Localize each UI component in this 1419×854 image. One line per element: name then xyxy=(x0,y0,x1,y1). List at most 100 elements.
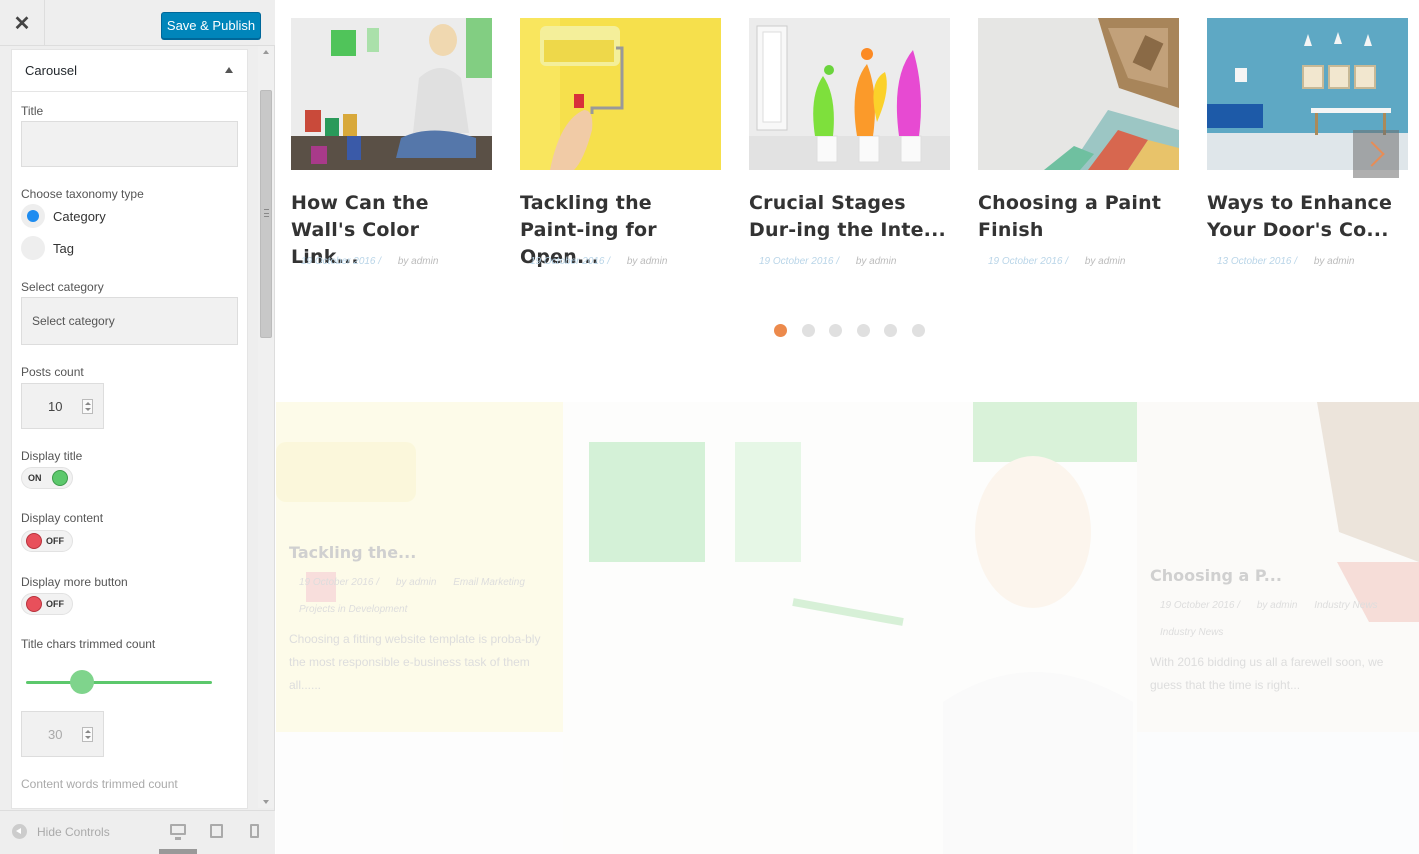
radio-tag-label: Tag xyxy=(53,240,74,256)
hide-controls-button[interactable]: Hide Controls xyxy=(12,824,110,839)
post-date[interactable]: 13 October 2016 / xyxy=(1217,256,1297,267)
post-author[interactable]: by admin xyxy=(627,256,668,267)
pagination-dot[interactable] xyxy=(856,324,870,337)
toggle-knob xyxy=(26,533,42,549)
post-date[interactable]: 19 October 2016 / xyxy=(759,256,839,267)
grid-left-date[interactable]: 19 October 2016 / xyxy=(299,577,379,588)
category-select[interactable]: Select category xyxy=(21,297,238,345)
post-date[interactable]: 19 October 2016 / xyxy=(301,256,381,267)
taxonomy-option-tag[interactable]: Tag xyxy=(21,236,74,260)
scroll-up-icon[interactable] xyxy=(263,50,269,54)
pagination-dot[interactable] xyxy=(801,324,815,337)
scroll-down-icon[interactable] xyxy=(263,800,269,804)
post-author[interactable]: by admin xyxy=(1085,256,1126,267)
faded-post-grid: Tackling the... 19 October 2016 / by adm… xyxy=(276,402,1419,854)
title-chars-value: 30 xyxy=(48,726,63,742)
carousel-card[interactable]: Crucial Stages Dur-ing the Inte... 19 Oc… xyxy=(749,18,950,267)
post-thumbnail[interactable] xyxy=(978,18,1179,170)
tablet-preview-icon[interactable] xyxy=(210,824,223,838)
posts-count-value: 10 xyxy=(48,398,63,414)
radio-tag[interactable] xyxy=(21,236,45,260)
post-thumbnail[interactable] xyxy=(520,18,721,170)
carousel-card[interactable]: Tackling the Paint-ing for Open... 19 Oc… xyxy=(520,18,721,268)
grid-right-tag[interactable]: Industry News xyxy=(1314,600,1377,611)
display-title-label: Display title xyxy=(21,449,83,463)
title-chars-input[interactable]: 30 xyxy=(21,711,104,757)
display-more-state: OFF xyxy=(46,599,64,609)
title-input[interactable] xyxy=(21,121,238,167)
post-meta: 19 October 2016 / by admin xyxy=(530,256,667,267)
grid-right-tag-2[interactable]: Industry News xyxy=(1160,627,1223,638)
mobile-preview-icon[interactable] xyxy=(250,824,259,838)
grid-left-author[interactable]: by admin xyxy=(396,577,437,588)
title-chars-slider-track[interactable] xyxy=(26,681,212,684)
carousel-card[interactable]: Choosing a Paint Finish 19 October 2016 … xyxy=(978,18,1179,267)
posts-count-label: Posts count xyxy=(21,365,84,379)
content-words-label: Content words trimmed count xyxy=(21,777,178,791)
taxonomy-option-category[interactable]: Category xyxy=(21,204,106,228)
post-title[interactable]: Ways to Enhance Your Door's Co... xyxy=(1207,190,1408,244)
customizer-footer: Hide Controls xyxy=(0,810,275,854)
grid-right-excerpt: With 2016 bidding us all a farewell soon… xyxy=(1150,655,1384,692)
chevron-right-icon xyxy=(1359,141,1385,167)
pagination-dot[interactable] xyxy=(774,324,787,337)
display-more-toggle[interactable]: OFF xyxy=(21,593,73,615)
grid-right-author[interactable]: by admin xyxy=(1257,600,1298,611)
post-title[interactable]: Crucial Stages Dur-ing the Inte... xyxy=(749,190,950,244)
post-author[interactable]: by admin xyxy=(398,256,439,267)
scroll-thumb[interactable] xyxy=(260,90,272,338)
grid-tile-left[interactable]: Tackling the... 19 October 2016 / by adm… xyxy=(276,402,563,732)
close-customizer-button[interactable]: ✕ xyxy=(0,0,45,46)
section-title: Carousel xyxy=(25,63,78,78)
grid-left-tag[interactable]: Email Marketing xyxy=(453,577,525,588)
grid-left-title[interactable]: Tackling the... xyxy=(289,543,416,562)
radio-category-label: Category xyxy=(53,208,106,224)
grid-right-date[interactable]: 19 October 2016 / xyxy=(1160,600,1240,611)
post-thumbnail[interactable] xyxy=(749,18,950,170)
save-publish-button[interactable]: Save & Publish xyxy=(161,12,261,39)
title-chars-label: Title chars trimmed count xyxy=(21,637,156,651)
posts-count-input[interactable]: 10 xyxy=(21,383,104,429)
post-title[interactable]: Choosing a Paint Finish xyxy=(978,190,1179,244)
collapse-caret-icon[interactable] xyxy=(225,67,233,73)
grid-tile-right[interactable]: Choosing a P... 19 October 2016 / by adm… xyxy=(1137,402,1419,732)
post-author[interactable]: by admin xyxy=(1314,256,1355,267)
hide-controls-label: Hide Controls xyxy=(37,824,110,839)
post-date[interactable]: 19 October 2016 / xyxy=(988,256,1068,267)
display-content-toggle[interactable]: OFF xyxy=(21,530,73,552)
grid-left-meta: 19 October 2016 / by admin Email Marketi… xyxy=(299,577,539,588)
toggle-knob xyxy=(26,596,42,612)
grid-tile-bottom-left[interactable] xyxy=(276,732,563,854)
post-meta: 19 October 2016 / by admin xyxy=(759,256,896,267)
grid-tile-center[interactable] xyxy=(563,402,1137,854)
display-title-toggle[interactable]: ON xyxy=(21,467,73,489)
title-chars-spinner-icon[interactable] xyxy=(82,727,93,742)
display-more-label: Display more button xyxy=(21,575,128,589)
customizer-sidebar: ✕ Save & Publish Carousel Title Choose t… xyxy=(0,0,275,854)
select-category-label: Select category xyxy=(21,280,104,294)
sidebar-scrollbar[interactable] xyxy=(258,46,274,808)
post-date[interactable]: 19 October 2016 / xyxy=(530,256,610,267)
grid-right-meta: 19 October 2016 / by admin Industry News xyxy=(1160,600,1392,611)
post-thumbnail[interactable] xyxy=(291,18,492,170)
post-author[interactable]: by admin xyxy=(856,256,897,267)
site-preview: How Can the Wall's Color Link... 19 Octo… xyxy=(276,0,1419,854)
posts-count-spinner-icon[interactable] xyxy=(82,399,93,414)
carousel-controls-panel: Carousel Title Choose taxonomy type Cate… xyxy=(11,49,248,809)
post-meta: 13 October 2016 / by admin xyxy=(1217,256,1354,267)
pagination-dot[interactable] xyxy=(829,324,842,337)
grid-left-tag-2[interactable]: Projects in Development xyxy=(299,604,407,615)
grid-tile-bottom-right[interactable] xyxy=(1137,732,1419,854)
display-content-label: Display content xyxy=(21,511,104,525)
desktop-preview-icon[interactable] xyxy=(170,824,186,840)
pagination-dot[interactable] xyxy=(884,324,897,337)
carousel-card[interactable]: How Can the Wall's Color Link... 19 Octo… xyxy=(291,18,492,268)
grid-right-title[interactable]: Choosing a P... xyxy=(1150,566,1282,585)
title-chars-slider-thumb[interactable] xyxy=(69,670,94,694)
carousel-section-header[interactable]: Carousel xyxy=(12,50,247,92)
toggle-knob xyxy=(52,470,68,486)
carousel-next-button[interactable] xyxy=(1353,130,1399,178)
pagination-dot[interactable] xyxy=(911,324,925,337)
title-label: Title xyxy=(21,104,44,118)
radio-category[interactable] xyxy=(21,204,45,228)
